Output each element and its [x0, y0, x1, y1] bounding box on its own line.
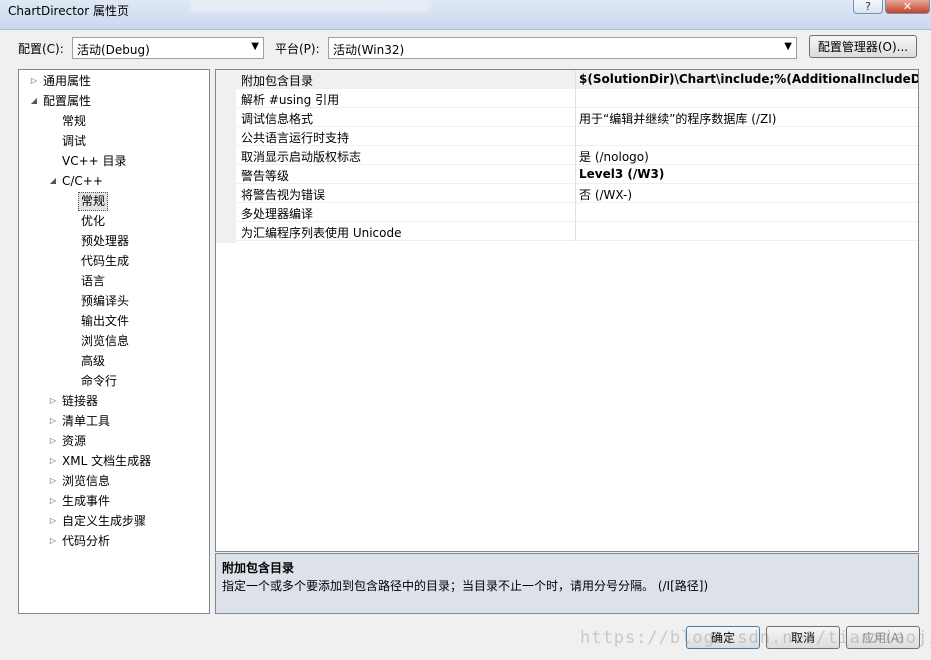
- property-name: 为汇编程序列表使用 Unicode: [241, 226, 402, 240]
- column-divider: [575, 165, 576, 184]
- column-divider: [575, 127, 576, 146]
- tree-item[interactable]: 代码分析: [62, 532, 110, 550]
- property-value[interactable]: $(SolutionDir)\Chart\include;%(Additiona…: [579, 72, 918, 86]
- tree-item[interactable]: 预编译头: [81, 292, 129, 310]
- property-name: 调试信息格式: [241, 112, 314, 126]
- property-value[interactable]: 用于“编辑并继续”的程序数据库 (/ZI): [579, 110, 776, 127]
- property-name: 解析 #using 引用: [241, 93, 340, 107]
- platform-select[interactable]: 活动(Win32) ▼: [328, 37, 797, 59]
- property-row[interactable]: 公共语言运行时支持: [236, 127, 918, 146]
- property-row[interactable]: 附加包含目录 $(SolutionDir)\Chart\include;%(Add…: [236, 70, 918, 89]
- description-title: 附加包含目录: [222, 561, 295, 575]
- tree-item[interactable]: 浏览信息: [62, 472, 110, 490]
- collapsed-arrow-icon[interactable]: ▷: [47, 512, 59, 530]
- collapsed-arrow-icon[interactable]: ▷: [47, 432, 59, 450]
- property-row[interactable]: 将警告视为错误 否 (/WX-): [236, 184, 918, 203]
- description-panel: 附加包含目录 指定一个或多个要添加到包含路径中的目录；当目录不止一个时，请用分号…: [215, 553, 919, 614]
- property-name: 附加包含目录: [241, 74, 314, 88]
- tree-item[interactable]: 自定义生成步骤: [62, 512, 146, 530]
- expanded-arrow-icon[interactable]: ◢: [47, 172, 59, 190]
- tree-item[interactable]: VC++ 目录: [62, 152, 127, 170]
- tree-item[interactable]: 调试: [62, 132, 86, 150]
- tree-item[interactable]: 资源: [62, 432, 86, 450]
- config-manager-button[interactable]: 配置管理器(O)...: [809, 35, 917, 58]
- property-value[interactable]: 是 (/nologo): [579, 148, 649, 165]
- tree-item[interactable]: 配置属性: [43, 92, 91, 110]
- property-name: 将警告视为错误: [241, 188, 326, 202]
- tree-item[interactable]: 清单工具: [62, 412, 110, 430]
- tree-item[interactable]: 链接器: [62, 392, 98, 410]
- property-name: 公共语言运行时支持: [241, 131, 350, 145]
- tree-item[interactable]: 输出文件: [81, 312, 129, 330]
- collapsed-arrow-icon[interactable]: ▷: [47, 392, 59, 410]
- column-divider: [575, 108, 576, 127]
- title-bar-ghost: [190, 0, 430, 12]
- property-name: 多处理器编译: [241, 207, 314, 221]
- property-row[interactable]: 为汇编程序列表使用 Unicode: [236, 222, 918, 241]
- collapsed-arrow-icon[interactable]: ▷: [47, 532, 59, 550]
- collapsed-arrow-icon[interactable]: ▷: [47, 472, 59, 490]
- platform-label: 平台(P):: [275, 42, 320, 56]
- tree-item[interactable]: 命令行: [81, 372, 117, 390]
- config-select-value: 活动(Debug): [77, 43, 150, 57]
- column-divider: [575, 184, 576, 203]
- tree-item[interactable]: 代码生成: [81, 252, 129, 270]
- property-name: 取消显示启动版权标志: [241, 150, 362, 164]
- config-select[interactable]: 活动(Debug) ▼: [72, 37, 264, 59]
- tree-item[interactable]: 浏览信息: [81, 332, 129, 350]
- tree-item[interactable]: 常规: [62, 112, 86, 130]
- tree-item[interactable]: XML 文档生成器: [62, 452, 151, 470]
- property-name: 警告等级: [241, 169, 290, 183]
- tree-item[interactable]: 生成事件: [62, 492, 110, 510]
- column-divider: [575, 146, 576, 165]
- tree-item[interactable]: 语言: [81, 272, 105, 290]
- column-divider: [575, 222, 576, 241]
- property-tree[interactable]: ▷ 通用属性 ◢ 配置属性 常规 调试 VC++ 目录 ◢ C/C++ 常规 优化 预处理器 代码生成语…: [18, 69, 210, 614]
- collapsed-arrow-icon[interactable]: ▷: [47, 412, 59, 430]
- help-button[interactable]: ?: [853, 0, 883, 14]
- watermark: https://blog.csdn.net/tianxiaojiang: [580, 628, 931, 648]
- expanded-arrow-icon[interactable]: ◢: [28, 92, 40, 110]
- tree-item[interactable]: 常规: [78, 192, 109, 211]
- tree-item[interactable]: 通用属性: [43, 72, 91, 90]
- collapsed-arrow-icon[interactable]: ▷: [47, 492, 59, 510]
- description-text: 指定一个或多个要添加到包含路径中的目录；当目录不止一个时，请用分号分隔。 (/I…: [222, 579, 709, 593]
- property-row[interactable]: 取消显示启动版权标志 是 (/nologo): [236, 146, 918, 165]
- property-row[interactable]: 解析 #using 引用: [236, 89, 918, 108]
- tree-item[interactable]: 预处理器: [81, 232, 129, 250]
- property-row[interactable]: 多处理器编译: [236, 203, 918, 222]
- property-row[interactable]: 调试信息格式 用于“编辑并继续”的程序数据库 (/ZI): [236, 108, 918, 127]
- column-divider: [575, 89, 576, 108]
- column-divider: [575, 70, 576, 89]
- chevron-down-icon: ▼: [784, 41, 792, 52]
- tree-item[interactable]: C/C++: [62, 172, 103, 190]
- column-divider: [575, 203, 576, 222]
- tree-item[interactable]: 优化: [81, 212, 105, 230]
- property-value[interactable]: 否 (/WX-): [579, 186, 632, 203]
- title-bar: ChartDirector 属性页 ? ✕: [0, 0, 931, 30]
- config-label: 配置(C):: [18, 42, 64, 56]
- property-grid[interactable]: 附加包含目录 $(SolutionDir)\Chart\include;%(Add…: [215, 69, 919, 552]
- collapsed-arrow-icon[interactable]: ▷: [28, 72, 40, 90]
- chevron-down-icon: ▼: [251, 41, 259, 52]
- platform-select-value: 活动(Win32): [333, 43, 405, 57]
- collapsed-arrow-icon[interactable]: ▷: [47, 452, 59, 470]
- window-title: ChartDirector 属性页: [8, 4, 129, 18]
- property-value[interactable]: Level3 (/W3): [579, 167, 664, 181]
- tree-item[interactable]: 高级: [81, 352, 105, 370]
- grid-gutter: [216, 70, 236, 243]
- property-row[interactable]: 警告等级 Level3 (/W3): [236, 165, 918, 184]
- close-button[interactable]: ✕: [885, 0, 930, 14]
